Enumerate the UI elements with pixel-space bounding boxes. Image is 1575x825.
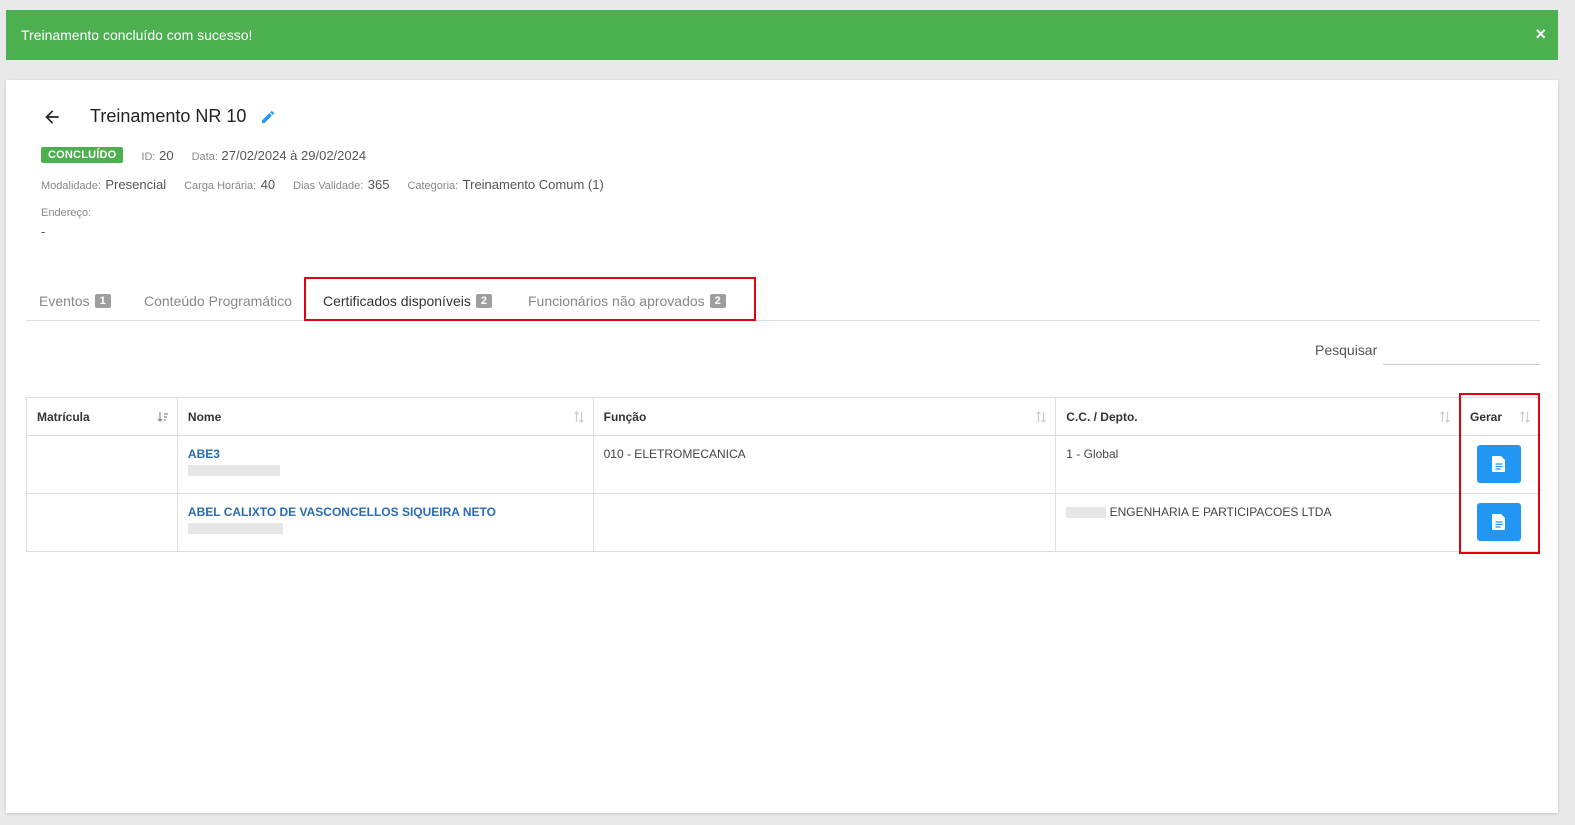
meta-id-label: ID: [141,150,156,163]
tab-conteudo-label: Conteúdo Programático [144,293,292,309]
sort-icon [1440,411,1450,423]
cell-depto-text: ENGENHARIA E PARTICIPACOES LTDA [1109,505,1332,519]
tab-funcionarios-label: Funcionários não aprovados [528,293,705,309]
training-card: Treinamento NR 10 CONCLUÍDO ID: 20 Data:… [6,80,1558,813]
col-matricula-label: Matrícula [37,409,90,424]
document-icon [1492,456,1506,472]
page-header: Treinamento NR 10 [42,106,276,127]
meta-date-label: Data: [191,150,218,163]
status-badge: CONCLUÍDO [41,147,124,163]
col-gerar[interactable]: Gerar [1459,397,1541,436]
tab-funcionarios-count: 2 [709,294,726,308]
cell-nome: ABEL CALIXTO DE VASCONCELLOS SIQUEIRA NE… [177,493,594,552]
address-value: - [41,224,46,239]
generate-certificate-button[interactable] [1477,503,1522,541]
meta-row-1: CONCLUÍDO ID: 20 Data: 27/02/2024 à 29/0… [41,147,366,163]
cell-matricula [26,493,178,552]
meta-modalidade-label: Modalidade: [41,180,101,192]
search-label: Pesquisar [1315,342,1378,358]
cell-funcao: 010 - ELETROMECANICA [593,435,1057,494]
redacted-text [187,523,283,534]
meta-validade: Dias Validade: 365 [293,176,389,194]
meta-categoria: Categoria: Treinamento Comum (1) [407,176,603,194]
cell-depto: 1 - Global [1055,435,1460,494]
col-nome-label: Nome [187,409,222,424]
close-icon[interactable]: × [1535,24,1546,44]
tab-bar: Eventos 1 Conteúdo Programático Certific… [26,280,1540,321]
meta-modalidade-value: Presencial [105,177,167,192]
tab-funcionarios-nao-aprovados[interactable]: Funcionários não aprovados 2 [528,293,726,309]
meta-id-value: 20 [159,147,174,163]
table-header-row: Matrícula Nome Função C.C. / Depto. Gera… [26,397,1541,436]
search-input[interactable] [1383,337,1540,365]
pencil-icon[interactable] [260,109,276,125]
cell-gerar [1459,435,1541,494]
col-depto[interactable]: C.C. / Depto. [1055,397,1460,436]
sort-asc-icon [157,412,168,422]
document-icon [1492,514,1506,530]
cell-matricula [26,435,178,494]
cell-nome: ABE3 [177,435,594,494]
tab-eventos-label: Eventos [39,293,90,309]
col-nome[interactable]: Nome [177,397,594,436]
tab-conteudo-programatico[interactable]: Conteúdo Programático [144,293,292,309]
redacted-text [1066,507,1107,519]
sort-icon [1520,411,1530,423]
alert-message: Treinamento concluído com sucesso! [21,27,253,43]
certificates-table: Matrícula Nome Função C.C. / Depto. Gera… [26,397,1541,552]
sort-icon [1036,411,1047,423]
arrow-left-icon[interactable] [42,107,62,127]
table-row: ABEL CALIXTO DE VASCONCELLOS SIQUEIRA NE… [26,493,1541,552]
employee-name-link[interactable]: ABE3 [188,447,220,461]
meta-id: ID: 20 [141,148,173,163]
meta-categoria-value: Treinamento Comum (1) [462,177,604,192]
meta-carga-value: 40 [260,177,276,192]
cell-funcao [593,493,1057,552]
address-label: Endereço: [41,207,92,219]
col-depto-label: C.C. / Depto. [1066,409,1138,424]
success-alert: Treinamento concluído com sucesso! × [6,10,1558,60]
meta-validade-value: 365 [367,177,390,192]
employee-name-link[interactable]: ABEL CALIXTO DE VASCONCELLOS SIQUEIRA NE… [188,505,496,519]
col-funcao-label: Função [603,409,647,424]
tab-eventos-count: 1 [94,294,111,308]
tab-certificados-disponiveis[interactable]: Certificados disponíveis 2 [323,293,492,309]
tab-eventos[interactable]: Eventos 1 [39,293,111,309]
page-title: Treinamento NR 10 [90,106,247,126]
meta-carga-label: Carga Horária: [184,180,257,192]
meta-modalidade: Modalidade: Presencial [41,176,166,194]
col-matricula[interactable]: Matrícula [26,397,178,436]
meta-categoria-label: Categoria: [407,180,459,192]
generate-certificate-button[interactable] [1477,445,1522,483]
sort-icon [573,411,584,423]
table-row: ABE3 010 - ELETROMECANICA 1 - Global [26,435,1541,494]
col-gerar-label: Gerar [1469,409,1503,424]
cell-gerar [1459,493,1541,552]
cell-depto: ENGENHARIA E PARTICIPACOES LTDA [1055,493,1460,552]
redacted-text [187,465,280,476]
meta-date-value: 27/02/2024 à 29/02/2024 [221,147,367,163]
meta-validade-label: Dias Validade: [293,180,364,192]
meta-carga: Carga Horária: 40 [184,176,275,194]
meta-row-2: Modalidade: Presencial Carga Horária: 40… [41,176,622,194]
col-funcao[interactable]: Função [593,397,1057,436]
tab-certificados-label: Certificados disponíveis [323,293,471,309]
tab-certificados-count: 2 [475,294,492,308]
active-tab-indicator [306,319,510,321]
meta-date: Data: 27/02/2024 à 29/02/2024 [192,148,367,163]
